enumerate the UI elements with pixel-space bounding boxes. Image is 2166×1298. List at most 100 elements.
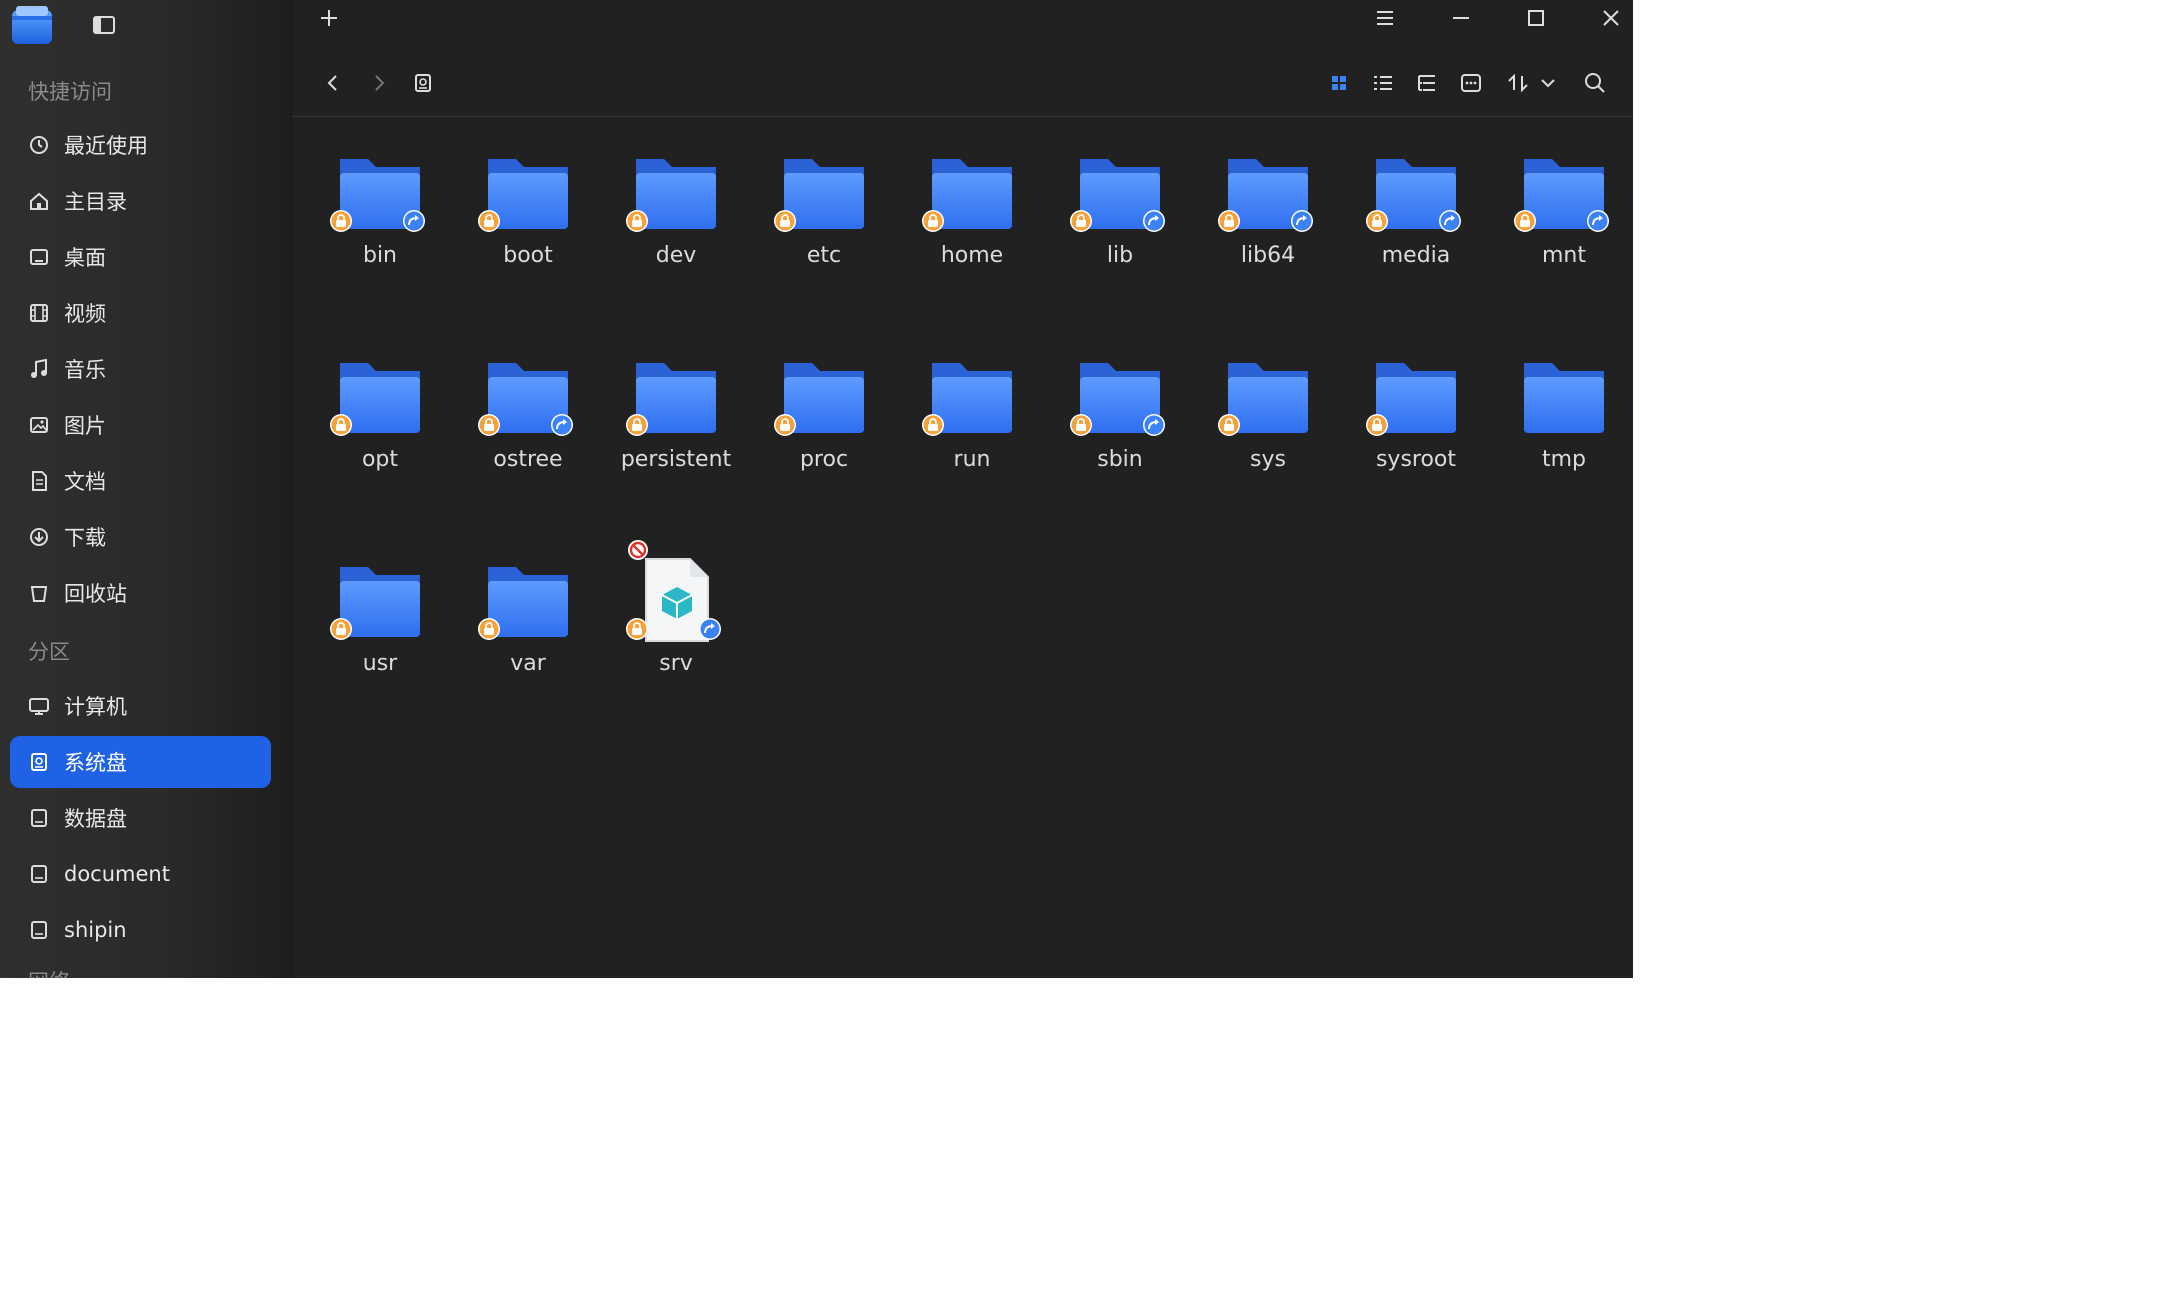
sidebar-item-最近使用[interactable]: 最近使用: [10, 119, 271, 171]
file-name-label: proc: [799, 447, 849, 472]
file-name-label: lib: [1106, 243, 1134, 268]
back-icon[interactable]: [316, 66, 350, 100]
folder-item[interactable]: mnt: [1489, 117, 1633, 268]
lock-emblem-icon: [1365, 209, 1389, 233]
file-name-label: sys: [1250, 447, 1286, 472]
folder-item[interactable]: sbin: [1045, 321, 1195, 472]
sort-dropdown-icon[interactable]: [1506, 66, 1566, 100]
system-disk-icon: [26, 749, 52, 775]
disk-icon: [26, 917, 52, 943]
maximize-icon[interactable]: [1517, 2, 1555, 34]
file-item[interactable]: srv: [601, 525, 751, 676]
symlink-emblem-icon: [1586, 209, 1610, 233]
menu-icon[interactable]: [1366, 2, 1404, 34]
folder-item[interactable]: etc: [749, 117, 899, 268]
sidebar-item-计算机[interactable]: 计算机: [10, 680, 271, 732]
sidebar-toggle-icon[interactable]: [92, 14, 116, 36]
folder-item[interactable]: tmp: [1489, 321, 1633, 472]
folder-item[interactable]: opt: [305, 321, 455, 472]
folder-item[interactable]: sys: [1193, 321, 1343, 472]
close-icon[interactable]: [1592, 2, 1630, 34]
file-name-label: lib64: [1240, 243, 1296, 268]
sidebar: 快捷访问 最近使用主目录桌面视频音乐图片 文档下载回收站 分区 计算机系统盘数据盘…: [0, 0, 292, 978]
file-name-label: media: [1381, 243, 1451, 268]
folder-item[interactable]: home: [897, 117, 1047, 268]
symlink-emblem-icon: [1290, 209, 1314, 233]
sidebar-item-label: 音乐: [64, 358, 106, 382]
sidebar-item-shipin[interactable]: shipin: [10, 904, 271, 956]
toolbar: [292, 56, 1633, 112]
sidebar-item-文档[interactable]: 文档: [10, 455, 271, 507]
forward-icon[interactable]: [362, 66, 396, 100]
folder-item[interactable]: lib64: [1193, 117, 1343, 268]
lock-emblem-icon: [773, 413, 797, 437]
partitions-title: 分区: [28, 640, 70, 664]
lock-emblem-icon: [329, 413, 353, 437]
folder-item[interactable]: run: [897, 321, 1047, 472]
sidebar-item-label: 桌面: [64, 246, 106, 270]
folder-item[interactable]: proc: [749, 321, 899, 472]
file-name-label: ostree: [493, 447, 563, 472]
lock-emblem-icon: [329, 209, 353, 233]
sidebar-item-label: 回收站: [64, 582, 127, 606]
document-icon: [26, 468, 52, 494]
search-icon[interactable]: [1578, 66, 1612, 100]
file-name-label: tmp: [1541, 447, 1587, 472]
sidebar-item-回收站[interactable]: 回收站: [10, 567, 271, 619]
file-name-label: mnt: [1542, 243, 1586, 268]
sidebar-item-label: 主目录: [64, 190, 127, 214]
folder-item[interactable]: sysroot: [1341, 321, 1491, 472]
lock-emblem-icon: [1069, 413, 1093, 437]
new-tab-button[interactable]: [310, 2, 348, 34]
quick-access-title: 快捷访问: [28, 80, 112, 104]
disk-icon: [26, 805, 52, 831]
list-view-icon[interactable]: [1366, 66, 1400, 100]
file-grid: bin boot dev etc home lib lib64 media mnt opt ostr…: [292, 117, 1633, 978]
lock-emblem-icon: [477, 209, 501, 233]
disk-icon: [26, 861, 52, 887]
folder-item[interactable]: var: [453, 525, 603, 676]
folder-item[interactable]: lib: [1045, 117, 1195, 268]
icon-view-icon[interactable]: [1322, 66, 1356, 100]
sidebar-item-document[interactable]: document: [10, 848, 271, 900]
file-name-label: dev: [655, 243, 697, 268]
lock-emblem-icon: [921, 209, 945, 233]
sidebar-item-label: 系统盘: [64, 751, 127, 775]
title-bar: [292, 0, 1633, 36]
sidebar-item-视频[interactable]: 视频: [10, 287, 271, 339]
folder-item[interactable]: media: [1341, 117, 1491, 268]
symlink-emblem-icon: [1142, 209, 1166, 233]
folder-item[interactable]: ostree: [453, 321, 603, 472]
file-name-label: etc: [806, 243, 842, 268]
sidebar-item-数据盘[interactable]: 数据盘: [10, 792, 271, 844]
lock-emblem-icon: [477, 617, 501, 641]
sidebar-item-图片[interactable]: 图片: [10, 399, 271, 451]
sidebar-item-下载[interactable]: 下载: [10, 511, 271, 563]
sidebar-item-桌面[interactable]: 桌面: [10, 231, 271, 283]
file-name-label: bin: [362, 243, 398, 268]
folder-item[interactable]: dev: [601, 117, 751, 268]
tree-view-icon[interactable]: [1410, 66, 1444, 100]
folder-item[interactable]: boot: [453, 117, 603, 268]
folder-item[interactable]: usr: [305, 525, 455, 676]
sidebar-item-音乐[interactable]: 音乐: [10, 343, 271, 395]
download-icon: [26, 524, 52, 550]
lock-emblem-icon: [329, 617, 353, 641]
network-title: 网络: [28, 966, 70, 978]
file-name-label: sysroot: [1375, 447, 1457, 472]
folder-item[interactable]: persistent: [601, 321, 751, 472]
lock-emblem-icon: [1217, 209, 1241, 233]
sidebar-item-label: 视频: [64, 302, 106, 326]
file-name-label: sbin: [1097, 447, 1143, 472]
folder-item[interactable]: bin: [305, 117, 455, 268]
sidebar-item-主目录[interactable]: 主目录: [10, 175, 271, 227]
sidebar-item-label: 下载: [64, 526, 106, 550]
video-icon: [26, 300, 52, 326]
minimize-icon[interactable]: [1442, 2, 1480, 34]
file-name-label: run: [953, 447, 991, 472]
sidebar-item-系统盘[interactable]: 系统盘: [10, 736, 271, 788]
file-name-label: opt: [361, 447, 399, 472]
home-icon: [26, 188, 52, 214]
preview-icon[interactable]: [1454, 66, 1488, 100]
system-disk-breadcrumb-icon[interactable]: [406, 66, 440, 100]
